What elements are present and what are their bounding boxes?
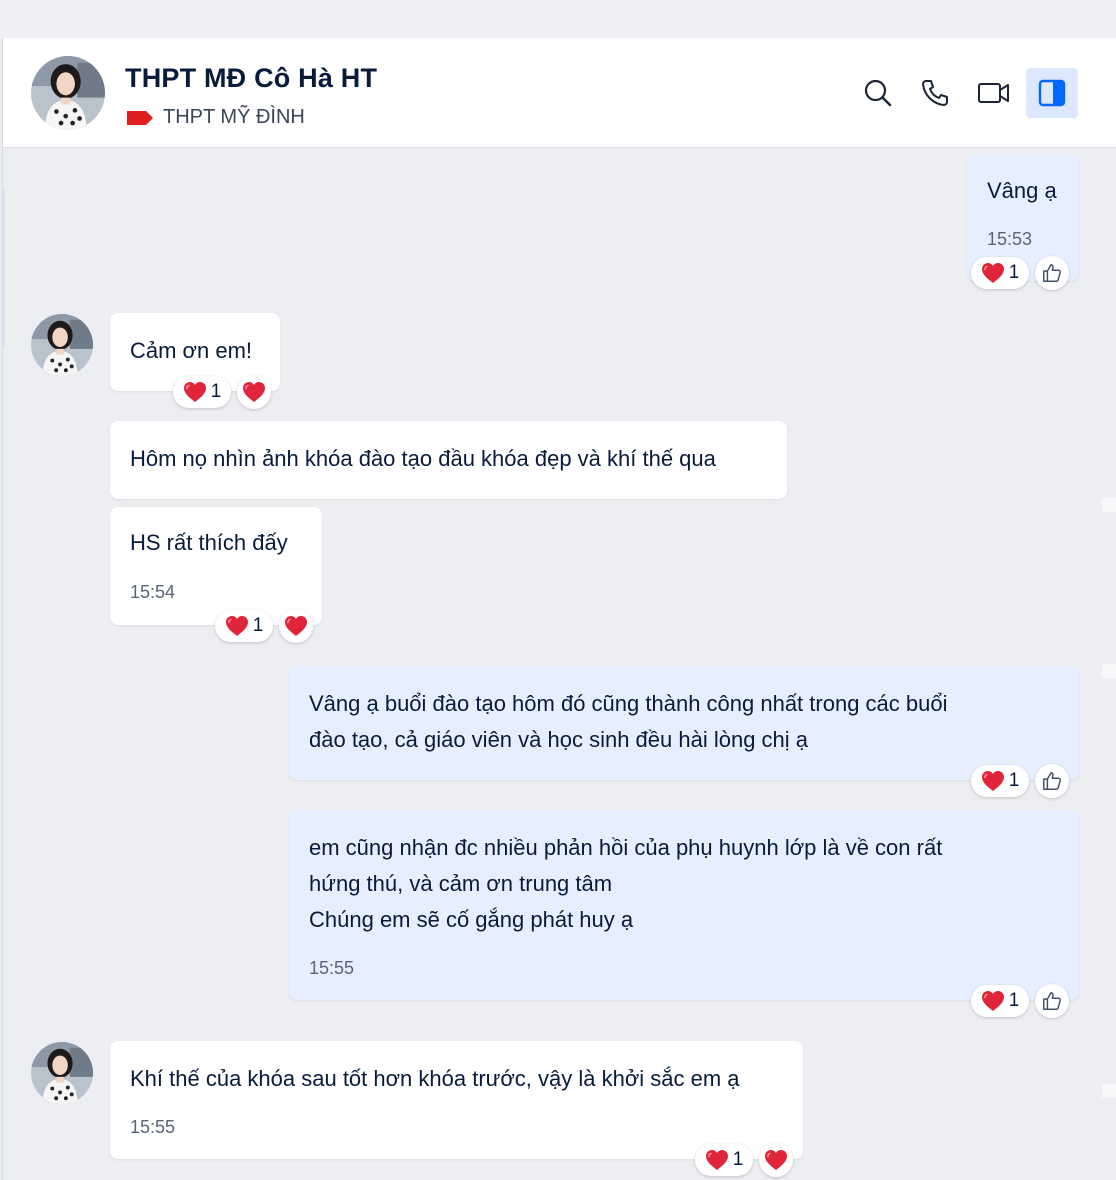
contact-avatar[interactable] <box>31 56 105 130</box>
search-icon <box>864 79 892 107</box>
heart-icon <box>284 615 308 637</box>
video-call-button[interactable] <box>969 68 1019 118</box>
phone-icon <box>922 80 948 106</box>
message-text: Cảm ơn em! <box>130 338 253 363</box>
sender-avatar[interactable] <box>31 1042 93 1104</box>
heart-reaction-button[interactable] <box>237 375 271 409</box>
sidebar-panel-icon <box>1038 79 1066 107</box>
message-text: Khí thế của khóa sau tốt hơn khóa trước,… <box>130 1066 740 1091</box>
heart-icon <box>183 381 207 403</box>
message-text: Hôm nọ nhìn ảnh khóa đào tạo đầu khóa đẹ… <box>130 446 716 471</box>
reaction-count-badge[interactable]: 1 <box>215 610 273 642</box>
message-time: 15:55 <box>130 1117 176 1137</box>
message-time: 15:53 <box>987 229 1033 249</box>
message-bubble-incoming[interactable]: Hôm nọ nhìn ảnh khóa đào tạo đầu khóa đẹ… <box>110 421 787 499</box>
reaction-count-badge[interactable]: 1 <box>971 985 1029 1017</box>
like-reaction-button[interactable] <box>1035 764 1069 798</box>
chat-window: THPT MĐ Cô Hà HT THPT MỸ ĐÌNH Vâng ạ 15:… <box>2 38 1116 1180</box>
label-tag-icon <box>127 110 153 125</box>
reaction-count-badge[interactable]: 1 <box>971 257 1029 289</box>
message-text: Vâng ạ <box>987 178 1057 203</box>
like-icon <box>1041 262 1063 284</box>
reaction-count-badge[interactable]: 1 <box>695 1144 753 1176</box>
message-bubble-incoming[interactable]: HS rất thích đấy 15:54 <box>110 507 322 625</box>
heart-icon <box>981 770 1005 792</box>
heart-icon <box>981 262 1005 284</box>
window-top-strip <box>0 0 1116 38</box>
message-time: 15:55 <box>309 958 355 978</box>
like-reaction-button[interactable] <box>1035 256 1069 290</box>
heart-reaction-button[interactable] <box>279 609 313 643</box>
heart-icon <box>705 1149 729 1171</box>
search-button[interactable] <box>853 68 903 118</box>
scroll-marker <box>1102 1084 1116 1098</box>
video-icon <box>978 83 1009 103</box>
left-edge-accent <box>3 188 5 348</box>
voice-call-button[interactable] <box>910 68 960 118</box>
message-bubble-outgoing[interactable]: Vâng ạ buổi đào tạo hôm đó cũng thành cô… <box>289 666 1079 780</box>
message-bubble-incoming[interactable]: Khí thế của khóa sau tốt hơn khóa trước,… <box>110 1041 803 1159</box>
contact-label[interactable]: THPT MỸ ĐÌNH <box>127 106 305 129</box>
label-text: THPT MỸ ĐÌNH <box>163 106 305 128</box>
sender-avatar[interactable] <box>31 314 93 376</box>
heart-icon <box>242 381 266 403</box>
heart-reaction-button[interactable] <box>759 1143 793 1177</box>
like-reaction-button[interactable] <box>1035 984 1069 1018</box>
contact-name[interactable]: THPT MĐ Cô Hà HT <box>125 63 377 94</box>
chat-header: THPT MĐ Cô Hà HT THPT MỸ ĐÌNH <box>3 38 1116 148</box>
heart-icon <box>981 990 1005 1012</box>
heart-icon <box>764 1149 788 1171</box>
like-icon <box>1041 770 1063 792</box>
heart-icon <box>225 615 249 637</box>
scroll-marker <box>1102 498 1116 512</box>
message-text: Vâng ạ buổi đào tạo hôm đó cũng thành cô… <box>309 691 948 752</box>
reaction-count-badge[interactable]: 1 <box>971 765 1029 797</box>
reaction-count-badge[interactable]: 1 <box>173 376 231 408</box>
message-bubble-outgoing[interactable]: em cũng nhận đc nhiều phản hồi của phụ h… <box>289 810 1079 1000</box>
message-text: HS rất thích đấy <box>130 530 288 555</box>
message-time: 15:54 <box>130 582 176 602</box>
like-icon <box>1041 990 1063 1012</box>
message-text: em cũng nhận đc nhiều phản hồi của phụ h… <box>309 835 943 932</box>
scroll-marker <box>1102 664 1116 678</box>
conversation-info-button[interactable] <box>1026 68 1078 118</box>
